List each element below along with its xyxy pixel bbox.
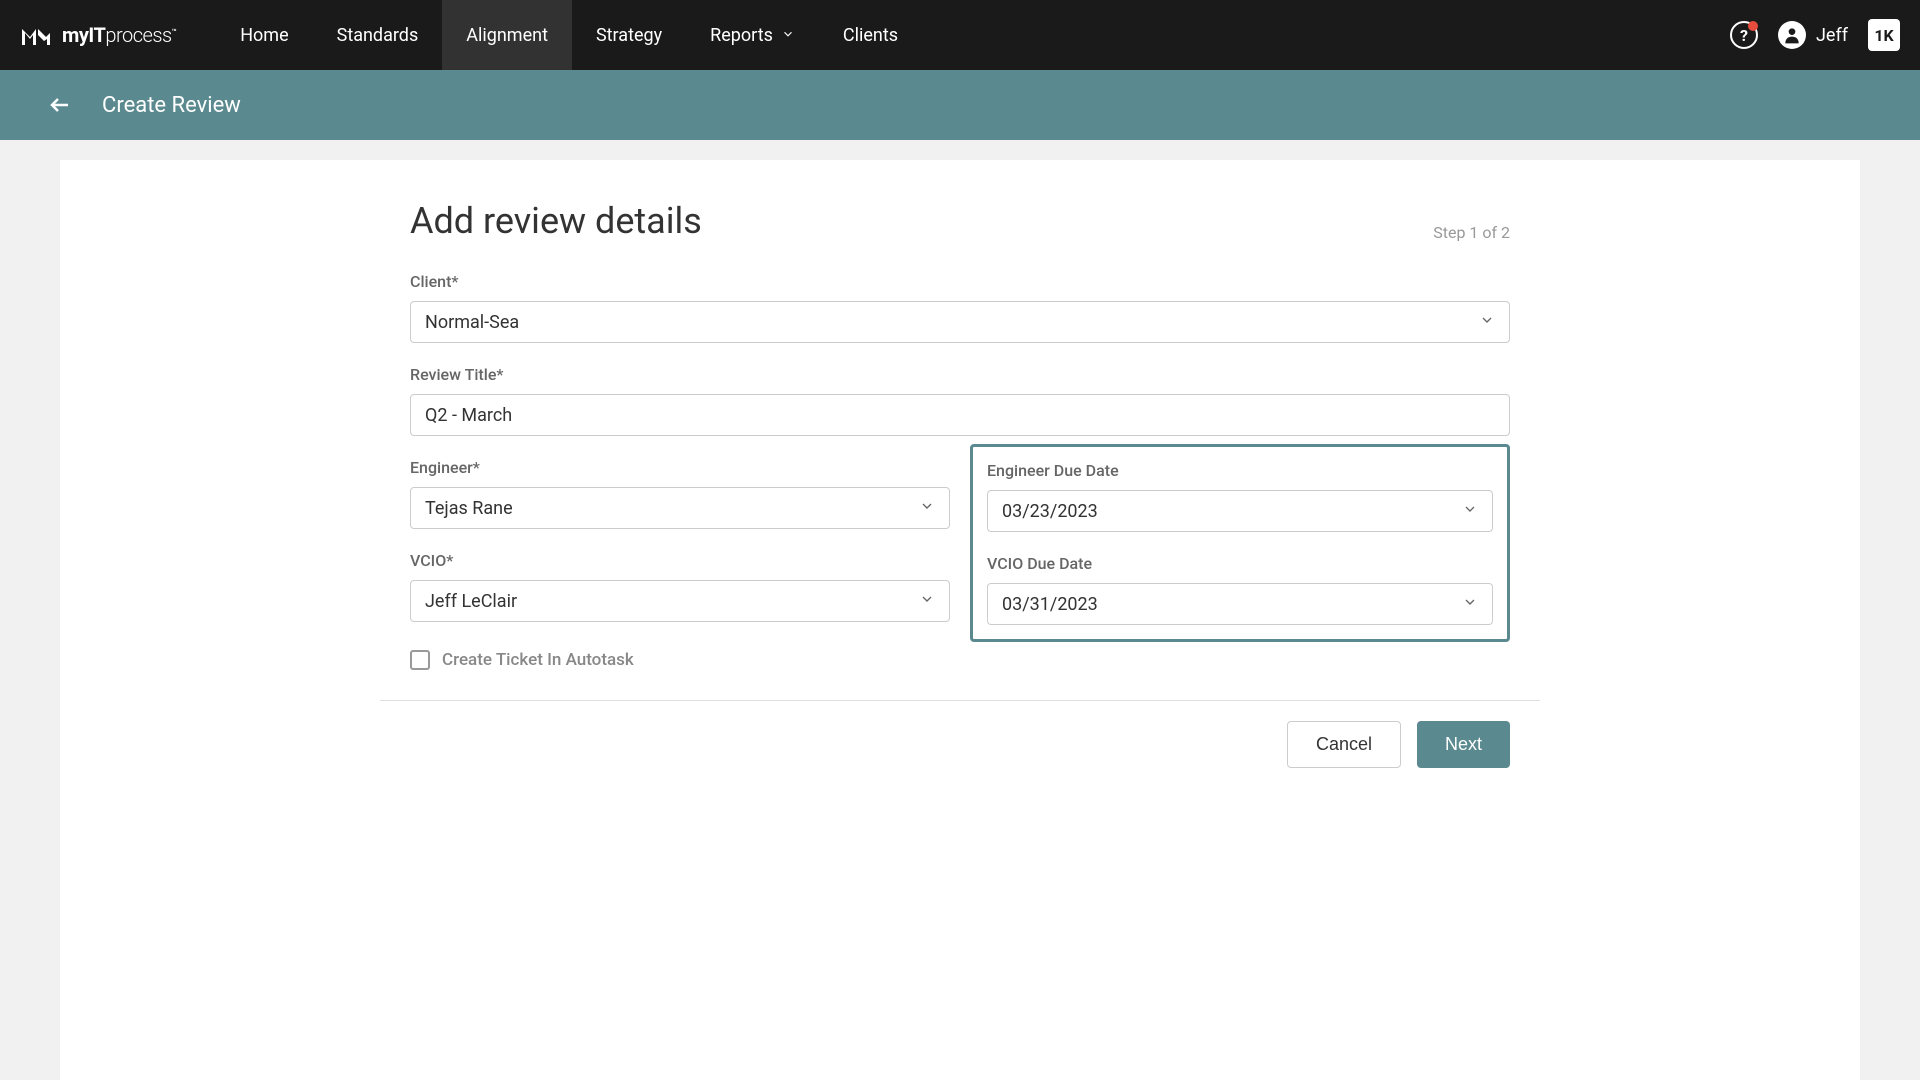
content-wrapper: Add review details Step 1 of 2 Client* N… [60, 160, 1860, 1080]
form-header: Add review details Step 1 of 2 [380, 160, 1540, 272]
due-dates-highlighted-box: Engineer Due Date 03/23/2023 [970, 444, 1510, 642]
form-group-client: Client* Normal-Sea [410, 272, 1510, 343]
form-body: Client* Normal-Sea [380, 272, 1540, 700]
top-navigation: myITprocess™ Home Standards Alignment St… [0, 0, 1920, 70]
right-column: Engineer Due Date 03/23/2023 [970, 458, 1510, 642]
nav-right: ? Jeff 1K [1730, 19, 1900, 51]
form-row-client: Client* Normal-Sea [410, 272, 1510, 343]
form-group-engineer: Engineer* Tejas Rane [410, 458, 950, 529]
create-ticket-label: Create Ticket In Autotask [442, 650, 634, 670]
chevron-down-icon [1462, 501, 1478, 522]
review-title-input[interactable]: Q2 - March [410, 394, 1510, 436]
client-select[interactable]: Normal-Sea [410, 301, 1510, 343]
user-menu[interactable]: Jeff [1778, 21, 1848, 49]
nav-link-home[interactable]: Home [216, 0, 312, 70]
checkbox-row: Create Ticket In Autotask [410, 650, 1510, 670]
help-icon[interactable]: ? [1730, 21, 1758, 49]
engineer-select[interactable]: Tejas Rane [410, 487, 950, 529]
vcio-due-date-input[interactable]: 03/31/2023 [987, 583, 1493, 625]
question-mark-icon: ? [1740, 26, 1748, 45]
form-group-vcio: VCIO* Jeff LeClair [410, 551, 950, 622]
form-group-review-title: Review Title* Q2 - March [410, 365, 1510, 436]
vcio-value: Jeff LeClair [425, 591, 517, 612]
nav-links: Home Standards Alignment Strategy Report… [216, 0, 922, 70]
next-button[interactable]: Next [1417, 721, 1510, 768]
chevron-down-icon [919, 591, 935, 612]
review-title-value: Q2 - March [425, 405, 512, 426]
vcio-due-date-label: VCIO Due Date [987, 554, 1493, 573]
vcio-select[interactable]: Jeff LeClair [410, 580, 950, 622]
engineer-label: Engineer* [410, 458, 950, 477]
page-title: Create Review [102, 93, 241, 118]
nav-link-strategy[interactable]: Strategy [572, 0, 686, 70]
form-row-review-title: Review Title* Q2 - March [410, 365, 1510, 436]
vcio-due-date-value: 03/31/2023 [1002, 594, 1098, 615]
form-card: Add review details Step 1 of 2 Client* N… [380, 160, 1540, 1080]
client-label: Client* [410, 272, 1510, 291]
left-column: Engineer* Tejas Rane [410, 458, 950, 642]
chevron-down-icon [781, 25, 795, 46]
engineer-value: Tejas Rane [425, 498, 513, 519]
form-title: Add review details [410, 200, 702, 242]
engineer-due-date-label: Engineer Due Date [987, 461, 1493, 480]
back-button[interactable] [48, 93, 72, 117]
user-name: Jeff [1816, 25, 1848, 46]
vcio-label: VCIO* [410, 551, 950, 570]
logo-icon [20, 23, 52, 47]
engineer-due-date-input[interactable]: 03/23/2023 [987, 490, 1493, 532]
chevron-down-icon [1462, 594, 1478, 615]
form-footer: Cancel Next [380, 700, 1540, 788]
chevron-down-icon [1479, 312, 1495, 333]
nav-link-standards[interactable]: Standards [313, 0, 443, 70]
engineer-due-date-value: 03/23/2023 [1002, 501, 1098, 522]
review-title-label: Review Title* [410, 365, 1510, 384]
logo-text: myITprocess™ [62, 23, 176, 47]
logo[interactable]: myITprocess™ [20, 23, 176, 47]
form-group-vcio-due-date: VCIO Due Date 03/31/2023 [987, 554, 1493, 625]
two-col-container: Engineer* Tejas Rane [410, 458, 1510, 642]
main-content: Add review details Step 1 of 2 Client* N… [0, 140, 1920, 1080]
nav-link-reports[interactable]: Reports [686, 0, 819, 70]
user-icon [1778, 21, 1806, 49]
chevron-down-icon [919, 498, 935, 519]
nav-link-alignment[interactable]: Alignment [442, 0, 572, 70]
client-value: Normal-Sea [425, 312, 519, 333]
nav-link-clients[interactable]: Clients [819, 0, 922, 70]
create-ticket-checkbox[interactable] [410, 650, 430, 670]
notification-dot [1748, 21, 1758, 31]
step-indicator: Step 1 of 2 [1433, 223, 1510, 242]
sub-header: Create Review [0, 70, 1920, 140]
app-switcher-icon[interactable]: 1K [1868, 19, 1900, 51]
nav-link-reports-label: Reports [710, 25, 773, 46]
cancel-button[interactable]: Cancel [1287, 721, 1401, 768]
form-group-engineer-due-date: Engineer Due Date 03/23/2023 [987, 461, 1493, 532]
